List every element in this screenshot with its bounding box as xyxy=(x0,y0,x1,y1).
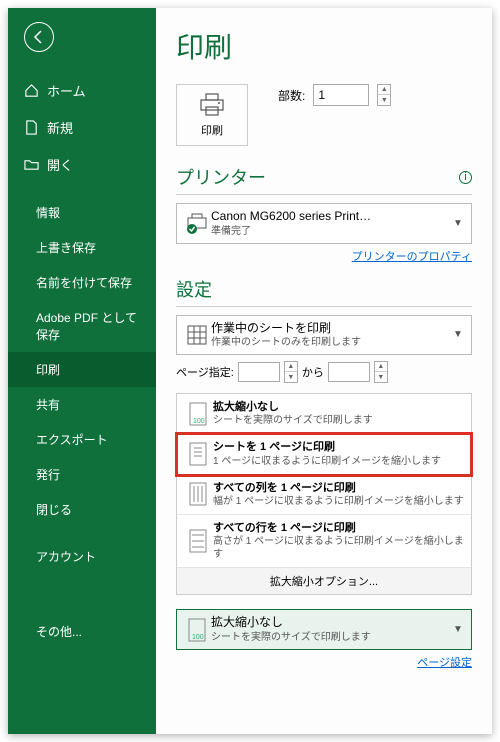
page-to-spinner[interactable]: ▲▼ xyxy=(374,361,388,383)
nav-close[interactable]: 閉じる xyxy=(8,492,156,527)
copies-label: 部数: xyxy=(278,87,305,104)
printer-dropdown[interactable]: Canon MG6200 series Print… 準備完了 ▼ xyxy=(176,203,472,244)
printer-status: 準備完了 xyxy=(211,225,453,238)
backstage-sidebar: ホーム 新規 開く 情報 上書き保存 名前を付けて保存 Adobe PDF とし… xyxy=(8,8,156,734)
nav-export[interactable]: エクスポート xyxy=(8,422,156,457)
printer-name: Canon MG6200 series Print… xyxy=(211,209,453,225)
nav-account[interactable]: アカウント xyxy=(8,539,156,574)
page-icon: 100 xyxy=(183,618,211,642)
nav-open[interactable]: 開く xyxy=(8,146,156,183)
copies-spinner[interactable]: ▲▼ xyxy=(377,84,391,106)
info-icon[interactable]: i xyxy=(459,171,472,184)
nav-label: ホーム xyxy=(47,81,86,100)
nav-label: 開く xyxy=(47,155,73,174)
scaling-options-more[interactable]: 拡大縮小オプション... xyxy=(177,568,471,594)
sheet-icon xyxy=(183,323,211,347)
page-from-input[interactable] xyxy=(238,362,280,382)
printer-properties-link[interactable]: プリンターのプロパティ xyxy=(176,248,472,264)
nav-new[interactable]: 新規 xyxy=(8,109,156,146)
nav-publish[interactable]: 発行 xyxy=(8,457,156,492)
nav-saveas[interactable]: 名前を付けて保存 xyxy=(8,265,156,300)
page-from-spinner[interactable]: ▲▼ xyxy=(284,361,298,383)
svg-text:100: 100 xyxy=(192,634,204,641)
printer-status-icon xyxy=(183,211,211,235)
nav-other[interactable]: その他... xyxy=(8,614,156,649)
print-button[interactable]: 印刷 xyxy=(176,84,248,146)
copies-input[interactable] xyxy=(313,84,369,106)
back-arrow-icon xyxy=(31,29,47,45)
print-scope-dropdown[interactable]: 作業中のシートを印刷 作業中のシートのみを印刷します ▼ xyxy=(176,315,472,356)
scaling-options-list: 100 拡大縮小なしシートを実際のサイズで印刷します シートを 1 ページに印刷… xyxy=(176,393,472,595)
page-cols-icon xyxy=(183,481,213,508)
chevron-down-icon: ▼ xyxy=(453,218,465,229)
file-icon xyxy=(24,120,39,135)
nav-share[interactable]: 共有 xyxy=(8,387,156,422)
home-icon xyxy=(24,83,39,98)
page-to-input[interactable] xyxy=(328,362,370,382)
page-setup-link[interactable]: ページ設定 xyxy=(176,654,472,670)
folder-icon xyxy=(24,157,39,172)
option-fit-rows[interactable]: すべての行を 1 ページに印刷高さが 1 ページに収まるように印刷イメージを縮小… xyxy=(177,515,471,568)
option-fit-sheet[interactable]: シートを 1 ページに印刷1 ページに収まるように印刷イメージを縮小します xyxy=(177,434,471,474)
option-fit-columns[interactable]: すべての列を 1 ページに印刷幅が 1 ページに収まるように印刷イメージを縮小し… xyxy=(177,475,471,515)
chevron-down-icon: ▼ xyxy=(453,624,465,635)
page-range-row: ページ指定: ▲▼ から ▲▼ xyxy=(176,361,472,383)
option-no-scaling[interactable]: 100 拡大縮小なしシートを実際のサイズで印刷します xyxy=(177,394,471,434)
nav-print[interactable]: 印刷 xyxy=(8,352,156,387)
chevron-down-icon: ▼ xyxy=(453,329,465,340)
print-button-label: 印刷 xyxy=(201,122,223,138)
page-rows-icon xyxy=(183,521,213,561)
nav-save[interactable]: 上書き保存 xyxy=(8,230,156,265)
nav-info[interactable]: 情報 xyxy=(8,195,156,230)
nav-adobe-pdf[interactable]: Adobe PDF として保存 xyxy=(8,300,156,352)
page-icon: 100 xyxy=(183,400,213,427)
svg-text:100: 100 xyxy=(193,418,205,425)
printer-icon xyxy=(198,92,226,118)
page-fit-icon xyxy=(183,440,213,467)
nav-home[interactable]: ホーム xyxy=(8,72,156,109)
nav-label: 新規 xyxy=(47,118,73,137)
scaling-dropdown[interactable]: 100 拡大縮小なし シートを実際のサイズで印刷します ▼ xyxy=(176,609,472,650)
settings-section-title: 設定 xyxy=(176,276,472,307)
print-panel: 印刷 印刷 部数: ▲▼ プリンター i xyxy=(156,8,492,734)
printer-section-title: プリンター i xyxy=(176,164,472,195)
page-title: 印刷 xyxy=(176,26,472,66)
back-button[interactable] xyxy=(24,22,54,52)
